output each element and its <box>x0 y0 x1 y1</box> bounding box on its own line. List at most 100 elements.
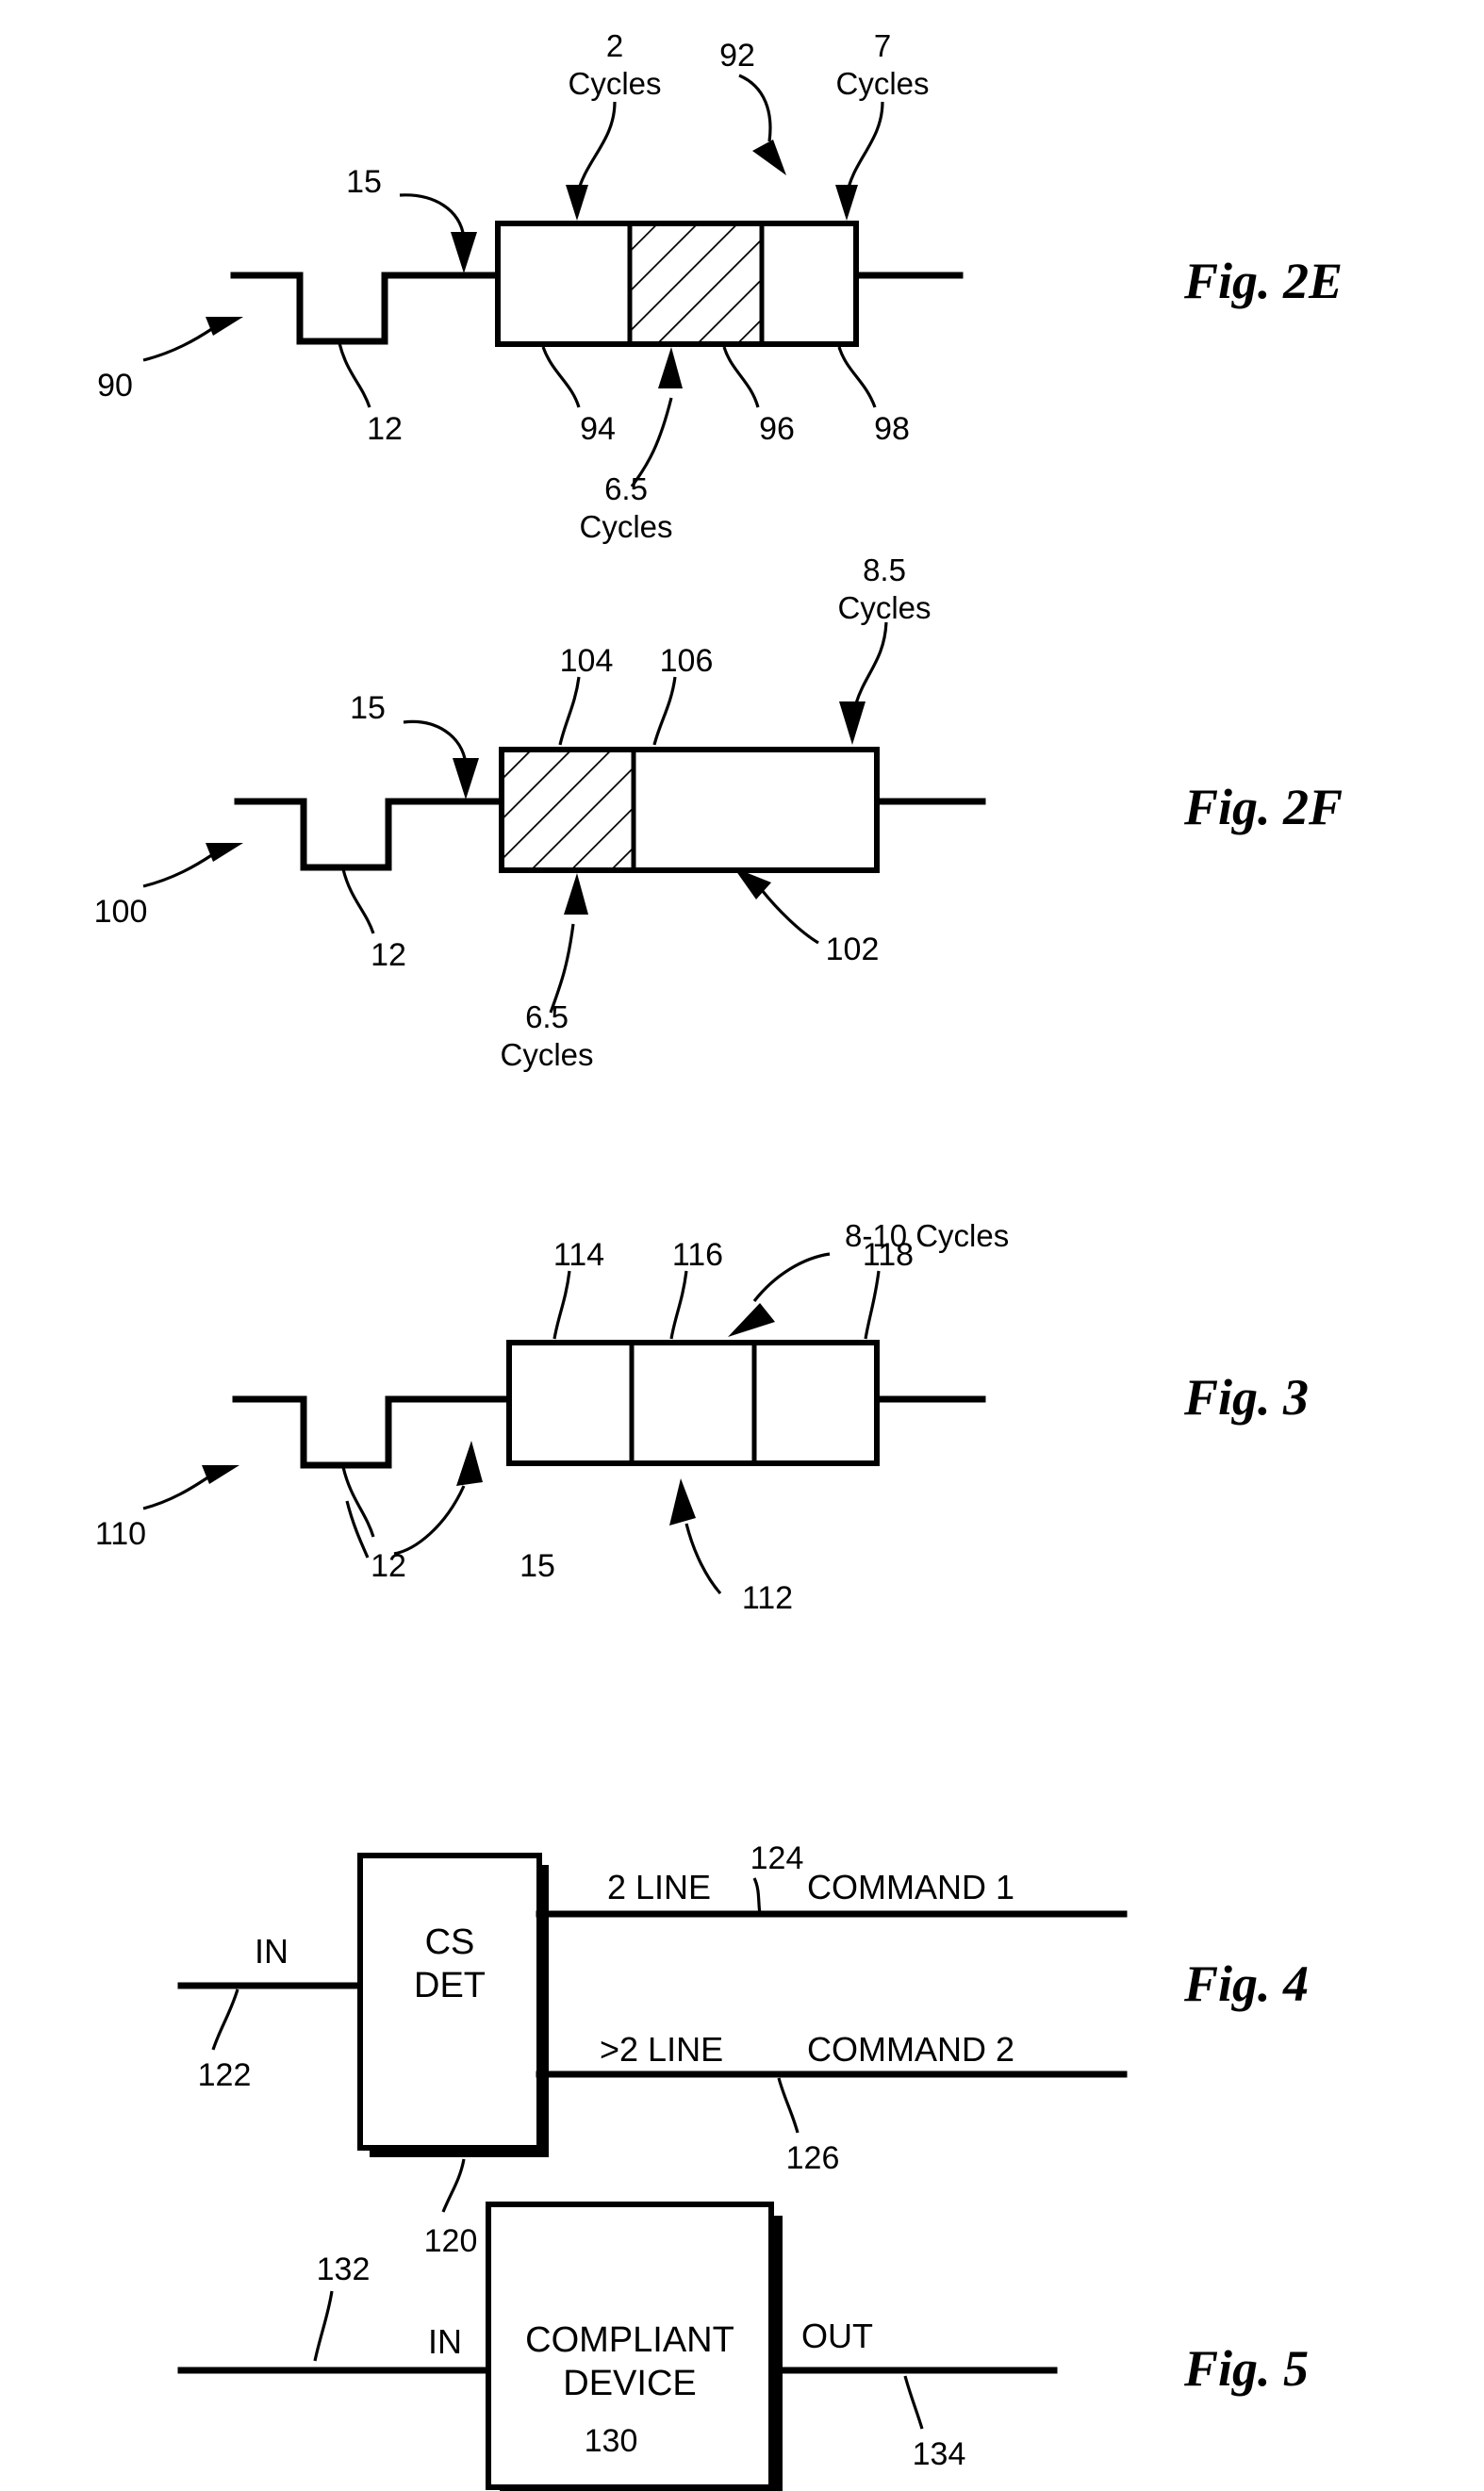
arrowhead-92 <box>752 140 786 175</box>
label-2f-top-cycles: Cycles <box>837 590 931 625</box>
waveform-2f <box>234 798 505 871</box>
arrowhead-810cycles <box>728 1303 775 1337</box>
leader-114 <box>552 1270 571 1340</box>
arrowhead-15-3b <box>456 1441 483 1486</box>
leader-15-2e <box>399 193 466 239</box>
arrowhead-65cycles-2e <box>658 347 683 388</box>
leader-118 <box>864 1270 881 1340</box>
leader-112 <box>684 1523 722 1595</box>
leader-12-2f <box>341 868 375 934</box>
figure-label-2f: Fig. 2F <box>1183 779 1343 835</box>
leader-85cycles <box>854 621 888 704</box>
figure-5: COMPLIANT DEVICE IN OUT 132 130 130 134 … <box>177 2202 1309 2491</box>
arrowhead-15-2f <box>453 758 479 800</box>
figure-label-4: Fig. 4 <box>1183 1955 1309 2012</box>
leader-122 <box>211 1988 239 2051</box>
leader-132 <box>313 2290 334 2362</box>
fig5-block-label-line1: COMPLIANT <box>525 2320 734 2360</box>
label-2e-bottom-cycles: Cycles <box>579 509 672 544</box>
label-2f-ref-104: 104 <box>560 643 614 679</box>
label-2e-ref-90: 90 <box>97 368 133 404</box>
arrowhead-110 <box>202 1465 239 1484</box>
figure-label-3: Fig. 3 <box>1183 1369 1309 1426</box>
figure-label-5: Fig. 5 <box>1183 2340 1309 2397</box>
label-2e-ref-94: 94 <box>580 411 616 447</box>
leader-7cycles <box>845 101 884 197</box>
waveform-2e <box>230 272 502 345</box>
leader-810cycles <box>752 1252 831 1302</box>
label-4-ref-122: 122 <box>198 2057 252 2093</box>
label-2f-top-85: 8.5 <box>863 553 906 587</box>
label-4-ref-126: 126 <box>786 2140 840 2176</box>
label-2e-bottom-65: 6.5 <box>604 471 648 506</box>
fig5-out-label: OUT <box>801 2317 873 2355</box>
segment-104-hatch <box>502 750 634 870</box>
leader-120 <box>441 2158 466 2213</box>
leader-92 <box>738 74 772 142</box>
arrowhead-7cycles <box>835 185 858 221</box>
label-3-ref-112: 112 <box>742 1580 793 1616</box>
leader-116 <box>669 1270 688 1340</box>
label-2e-top-cycles-b: Cycles <box>835 66 929 101</box>
label-2e-ref-15: 15 <box>346 164 382 200</box>
label-2e-ref-12: 12 <box>367 411 403 447</box>
leader-104 <box>558 676 581 746</box>
fig5-in-label: IN <box>428 2322 462 2361</box>
label-2e-top-2: 2 <box>606 28 623 63</box>
label-2f-ref-102: 102 <box>826 932 880 967</box>
label-4-ref-124: 124 <box>750 1840 804 1876</box>
leader-90 <box>142 326 214 362</box>
fig4-cond-1: 2 LINE <box>607 1868 711 1906</box>
figure-2f: 8.5 Cycles 104 106 15 100 12 6.5 Cycles … <box>94 553 1343 1072</box>
label-2e-top-7: 7 <box>874 28 891 63</box>
label-5-ref-134: 134 <box>913 2436 966 2472</box>
leader-124 <box>752 1877 762 1915</box>
label-2f-ref-15: 15 <box>350 690 386 726</box>
arrowhead-90 <box>206 317 243 336</box>
label-3-ref-118: 118 <box>863 1237 914 1273</box>
leader-94 <box>541 346 581 408</box>
figure-4: CS DET IN IN 2 LINE COMMAND 1 >2 LINE CO… <box>177 1840 1309 2259</box>
fig4-block-label-line2: DET <box>414 1966 486 2005</box>
label-2e-ref-96: 96 <box>759 411 795 447</box>
patent-drawing-sheet: 2 Cycles 2 Cycles 92 7 Cycles 15 90 12 <box>0 0 1484 2491</box>
label-2f-bottom-65: 6.5 <box>525 999 569 1034</box>
fig5-block-label-line2: DEVICE <box>563 2364 696 2403</box>
leader-96 <box>722 346 760 408</box>
fig4-command-1: COMMAND 1 <box>807 1868 1014 1906</box>
leader-12-2e <box>338 342 371 408</box>
label-3-ref-110: 110 <box>95 1516 146 1552</box>
label-3-ref-15: 15 <box>519 1548 555 1584</box>
label-5-ref-130-text: 130 <box>585 2423 638 2459</box>
arrowhead-65cycles-2f <box>564 873 588 915</box>
label-5-ref-132: 132 <box>317 2252 371 2287</box>
arrowhead-100 <box>206 843 243 862</box>
label-2f-ref-12: 12 <box>371 937 406 973</box>
label-2e-ref-92: 92 <box>719 38 755 74</box>
segment-96-hatch <box>630 223 762 344</box>
arrowhead-112 <box>669 1478 696 1526</box>
figure-3: 8-10 Cycles 114 116 118 110 12 15 112 Fi… <box>95 1218 1309 1616</box>
frame-box-3 <box>506 1340 880 1466</box>
figure-label-2e: Fig. 2E <box>1183 253 1343 309</box>
label-2f-ref-100: 100 <box>94 894 148 930</box>
fig4-command-2: COMMAND 2 <box>807 2030 1014 2069</box>
label-2f-bottom-cycles: Cycles <box>500 1037 593 1072</box>
leader-15-2f <box>403 719 468 765</box>
label-3-ref-114: 114 <box>553 1237 604 1273</box>
leader-15-3 <box>345 1500 370 1559</box>
arrowhead-85cycles <box>839 701 866 745</box>
label-4-ref-120: 120 <box>424 2223 478 2259</box>
leader-102 <box>760 889 819 945</box>
label-2f-ref-106: 106 <box>660 643 714 679</box>
fig4-in-label: IN <box>255 1932 289 1971</box>
label-3-ref-12: 12 <box>371 1548 406 1584</box>
label-2e-top-cycles-a: Cycles <box>568 66 661 101</box>
label-3-ref-116: 116 <box>672 1237 723 1273</box>
label-2e-ref-98: 98 <box>874 411 910 447</box>
leader-134 <box>903 2375 924 2430</box>
figure-2e: 2 Cycles 2 Cycles 92 7 Cycles 15 90 12 <box>97 28 1343 544</box>
fig4-block-label-line1: CS <box>425 1922 475 1962</box>
arrowhead-2cycles <box>566 185 588 221</box>
leader-98 <box>837 346 877 408</box>
